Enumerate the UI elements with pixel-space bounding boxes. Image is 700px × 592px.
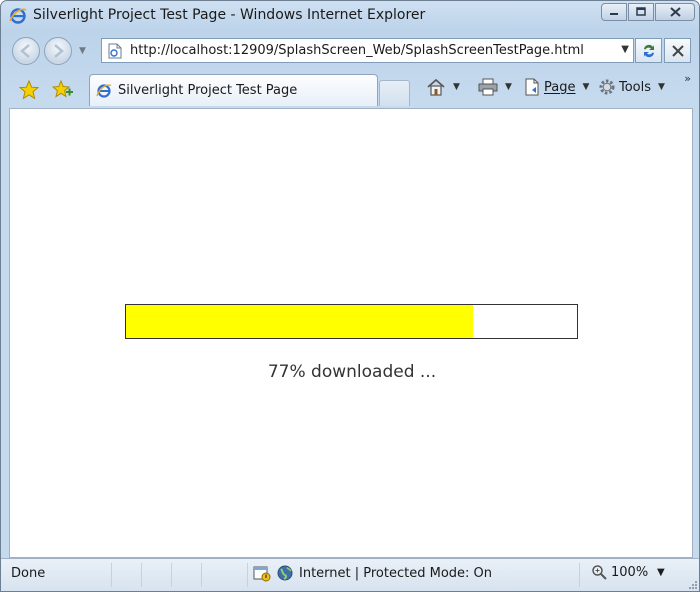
- page-dropdown-icon: ▼: [582, 82, 590, 92]
- page-content: 77% downloaded ...: [9, 108, 693, 558]
- window-title: Silverlight Project Test Page - Windows …: [33, 7, 426, 23]
- close-icon: [669, 7, 681, 17]
- address-bar[interactable]: http://localhost:12909/SplashScreen_Web/…: [101, 38, 634, 63]
- status-divider: [247, 563, 248, 587]
- back-button[interactable]: [12, 37, 40, 65]
- page-menu-button[interactable]: Page ▼: [523, 78, 589, 96]
- progress-fill: [126, 305, 474, 338]
- tools-menu-button[interactable]: Tools ▼: [598, 78, 665, 96]
- zoom-dropdown-icon[interactable]: ▼: [657, 567, 665, 578]
- add-favorites-icon[interactable]: [52, 80, 74, 100]
- navigation-bar: ▼ http://localhost:12909/SplashScreen_We…: [1, 32, 699, 70]
- zoom-level-label: 100%: [611, 564, 649, 580]
- ie-page-icon: [96, 83, 112, 98]
- tools-menu-label: Tools: [619, 79, 652, 95]
- browser-window: Silverlight Project Test Page - Windows …: [0, 0, 700, 592]
- home-dropdown-icon[interactable]: ▼: [453, 82, 460, 92]
- status-divider: [171, 563, 172, 587]
- home-button[interactable]: ▼: [426, 78, 460, 96]
- back-arrow-icon: [20, 44, 30, 58]
- tab-label: Silverlight Project Test Page: [118, 83, 298, 98]
- download-progress-bar: [125, 304, 578, 339]
- tools-dropdown-icon: ▼: [658, 82, 665, 92]
- forward-button[interactable]: [44, 37, 72, 65]
- stop-x-icon: [671, 44, 684, 57]
- zone-label: Internet | Protected Mode: On: [299, 565, 493, 581]
- refresh-icon: [643, 44, 654, 57]
- forward-arrow-icon: [54, 44, 64, 58]
- minimize-button[interactable]: [601, 3, 627, 21]
- magnifier-icon: [592, 565, 607, 580]
- ie-logo-icon: [9, 8, 27, 24]
- print-button[interactable]: ▼: [478, 78, 512, 96]
- print-icon: [478, 78, 498, 96]
- recent-pages-dropdown[interactable]: ▼: [79, 46, 86, 56]
- home-icon: [427, 78, 445, 96]
- minimize-icon: [610, 13, 618, 15]
- tab-silverlight-test-page[interactable]: Silverlight Project Test Page: [89, 74, 378, 106]
- title-bar: Silverlight Project Test Page - Windows …: [1, 1, 699, 32]
- caption-buttons: [601, 3, 695, 21]
- maximize-button[interactable]: [628, 3, 654, 21]
- refresh-button[interactable]: [635, 38, 662, 63]
- print-dropdown-icon[interactable]: ▼: [505, 82, 512, 92]
- gear-icon: [599, 79, 615, 95]
- page-menu-label: Page: [544, 79, 576, 95]
- address-dropdown[interactable]: ▼: [621, 44, 629, 55]
- status-divider: [141, 563, 142, 587]
- status-divider: [579, 563, 580, 587]
- progress-text: 77% downloaded ...: [267, 362, 437, 382]
- new-tab-button[interactable]: [379, 80, 410, 106]
- page-icon: [108, 43, 122, 58]
- page-icon: [525, 78, 539, 96]
- zoom-level-button[interactable]: 100%: [591, 564, 648, 580]
- status-divider: [201, 563, 202, 587]
- close-button[interactable]: [655, 3, 695, 21]
- status-bar: Done Internet | Protected Mode: On 100% …: [1, 558, 699, 591]
- status-divider: [111, 563, 112, 587]
- security-zone[interactable]: Internet | Protected Mode: On: [253, 564, 492, 582]
- resize-grip-icon[interactable]: [688, 580, 698, 590]
- address-url: http://localhost:12909/SplashScreen_Web/…: [130, 43, 584, 58]
- more-commands-chevron-icon[interactable]: »: [684, 72, 691, 85]
- tab-command-bar: Silverlight Project Test Page ▼ ▼ Page ▼…: [1, 70, 699, 108]
- stop-button[interactable]: [664, 38, 691, 63]
- maximize-icon: [636, 7, 646, 16]
- favorites-star-icon[interactable]: [19, 80, 39, 100]
- status-text: Done: [11, 566, 46, 581]
- globe-icon: [277, 565, 293, 581]
- protected-mode-icon: [253, 566, 271, 582]
